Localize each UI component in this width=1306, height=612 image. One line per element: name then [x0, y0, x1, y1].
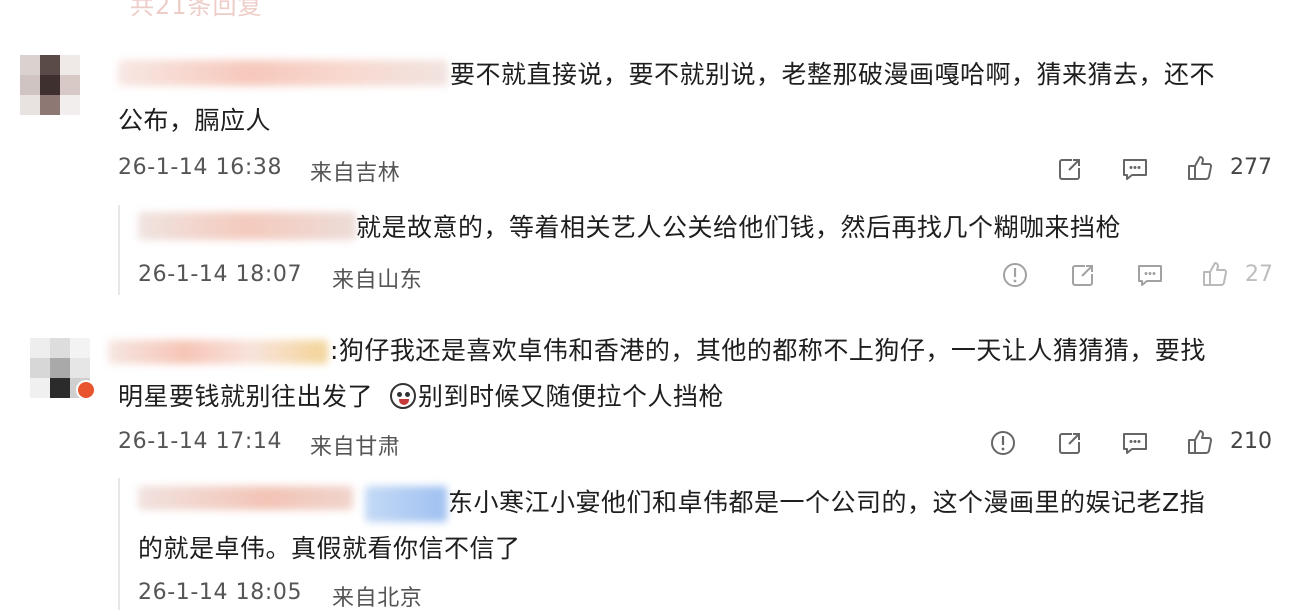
emoji-icon [390, 383, 416, 409]
comment-icon[interactable] [1120, 428, 1150, 458]
reply-text: 的就是卓伟。真假就看你信不信了 [138, 534, 521, 563]
like-icon[interactable] [1185, 427, 1215, 457]
timestamp: 26-1-14 16:38 [118, 155, 283, 180]
location: 来自甘肃 [310, 435, 401, 460]
reply-text: 东小寒江小宴他们和卓伟都是一个公司的，这个漫画里的娱记老Z指 [448, 488, 1206, 517]
avatar[interactable] [20, 55, 80, 115]
comment-text: 公布，膈应人 [118, 106, 272, 135]
verified-badge-icon [76, 380, 96, 400]
location: 来自山东 [332, 268, 423, 293]
comment-text: :狗仔我还是喜欢卓伟和香港的，其他的都称不上狗仔，一天让人猜猜猜，要找 [330, 336, 1206, 365]
share-icon[interactable] [1055, 428, 1085, 458]
report-icon[interactable] [988, 428, 1018, 458]
top-fragment: 共21条回复 [130, 0, 263, 20]
like-count: 277 [1230, 155, 1272, 180]
comment-text: 明星要钱就别往出发了 [118, 382, 374, 411]
reply-indent [118, 205, 120, 295]
username-redacted[interactable] [108, 340, 328, 364]
reply-username-redacted[interactable] [138, 212, 356, 240]
reply-username-redacted[interactable] [138, 486, 353, 510]
timestamp: 26-1-14 18:05 [138, 580, 303, 605]
location: 来自吉林 [310, 161, 401, 186]
comment-text: 要不就直接说，要不就别说，老整那破漫画嘎哈啊，猜来猜去，还不 [450, 60, 1216, 89]
comment-icon[interactable] [1120, 154, 1150, 184]
location: 来自北京 [332, 586, 423, 611]
reply-text: 就是故意的，等着相关艺人公关给他们钱，然后再找几个糊咖来挡枪 [356, 213, 1122, 242]
timestamp: 26-1-14 18:07 [138, 262, 303, 287]
like-count: 210 [1230, 429, 1272, 454]
reply-username-redacted[interactable] [365, 486, 447, 522]
reply-indent [118, 478, 120, 610]
comment-icon[interactable] [1135, 260, 1165, 290]
share-icon[interactable] [1055, 154, 1085, 184]
report-icon[interactable] [1000, 260, 1030, 290]
share-icon[interactable] [1068, 260, 1098, 290]
like-icon[interactable] [1185, 153, 1215, 183]
comment-text: 别到时候又随便拉个人挡枪 [418, 382, 725, 411]
timestamp: 26-1-14 17:14 [118, 429, 283, 454]
like-icon[interactable] [1200, 259, 1230, 289]
like-count: 27 [1245, 262, 1273, 287]
username-redacted[interactable] [118, 60, 448, 86]
